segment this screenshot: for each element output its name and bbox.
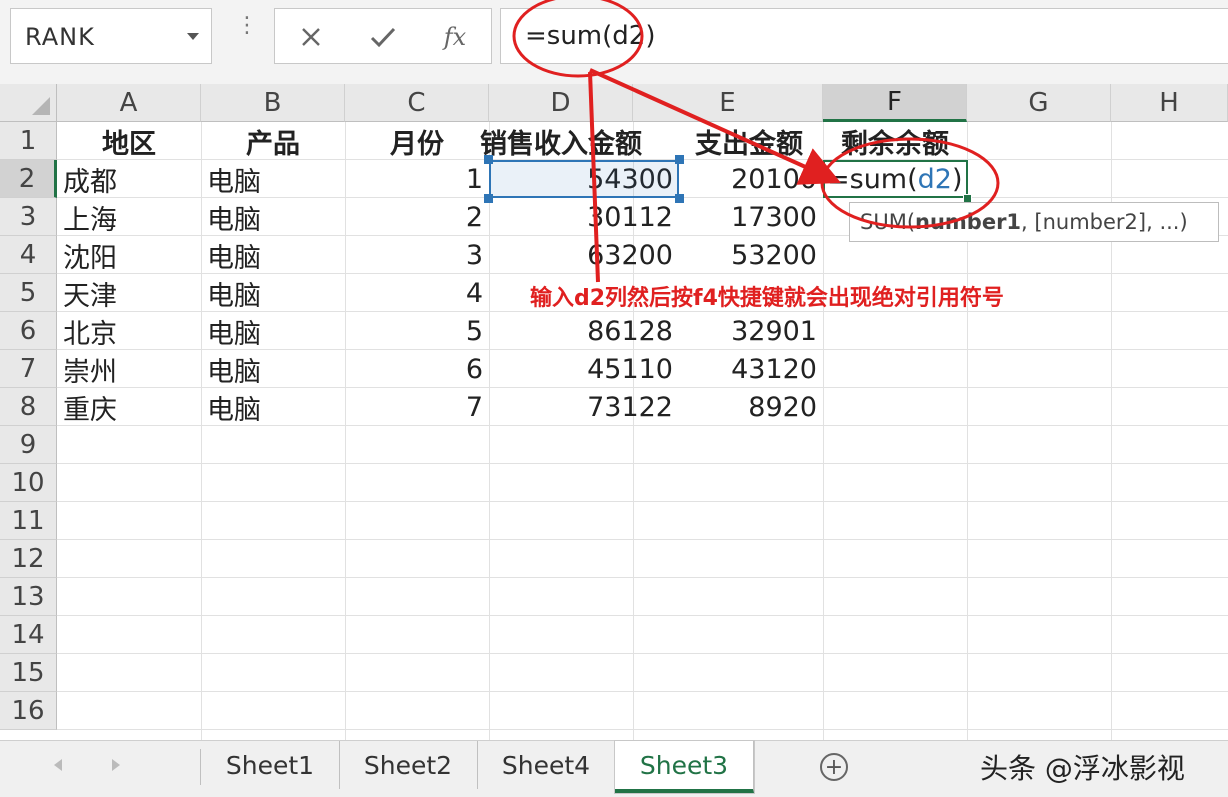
column-header-h[interactable]: H [1111, 84, 1228, 122]
insert-function-icon[interactable]: fx [433, 17, 477, 57]
select-all-button[interactable] [0, 84, 57, 122]
cell-product-6[interactable]: 电脑 [201, 312, 345, 350]
column-header-f[interactable]: F [823, 84, 967, 122]
cell-region-7[interactable]: 崇州 [57, 350, 201, 388]
row-header-5[interactable]: 5 [0, 274, 57, 312]
edit-suffix: ) [951, 163, 963, 195]
row-header-3[interactable]: 3 [0, 198, 57, 236]
resize-handle[interactable] [484, 155, 493, 164]
row-header-6[interactable]: 6 [0, 312, 57, 350]
column-header-d[interactable]: D [489, 84, 633, 122]
cell-expense-3[interactable]: 17300 [679, 198, 823, 236]
cell-sales-6[interactable]: 86128 [489, 312, 679, 350]
cell-month-4[interactable]: 3 [345, 236, 489, 274]
row-header-1[interactable]: 1 [0, 122, 57, 160]
scroll-right-icon[interactable] [112, 759, 120, 771]
tab-sheet3[interactable]: Sheet3 [615, 741, 754, 793]
resize-handle[interactable] [484, 194, 493, 203]
row-header-14[interactable]: 14 [0, 616, 57, 654]
cell-month-8[interactable]: 7 [345, 388, 489, 426]
row-header-11[interactable]: 11 [0, 502, 57, 540]
row-header-13[interactable]: 13 [0, 578, 57, 616]
resize-handle[interactable] [675, 155, 684, 164]
formula-input[interactable]: =sum(d2) [500, 8, 1228, 64]
tab-sheet2[interactable]: Sheet2 [339, 741, 478, 789]
cell-region-8[interactable]: 重庆 [57, 388, 201, 426]
resize-handle[interactable] [675, 194, 684, 203]
row-header-9[interactable]: 9 [0, 426, 57, 464]
cell-expense-2[interactable]: 20100 [679, 160, 823, 198]
column-header-b[interactable]: B [201, 84, 345, 122]
watermark: 头条 @浮冰影视 [980, 752, 1185, 785]
cell-region-4[interactable]: 沈阳 [57, 236, 201, 274]
cell-region-6[interactable]: 北京 [57, 312, 201, 350]
row-header-12[interactable]: 12 [0, 540, 57, 578]
cell-region-3[interactable]: 上海 [57, 198, 201, 236]
cell-expense-8[interactable]: 8920 [679, 388, 823, 426]
cell-month-3[interactable]: 2 [345, 198, 489, 236]
check-icon[interactable] [361, 17, 405, 57]
tab-sheet4[interactable]: Sheet4 [477, 741, 616, 789]
cell-month-7[interactable]: 6 [345, 350, 489, 388]
cell-product-4[interactable]: 电脑 [201, 236, 345, 274]
more-options-icon[interactable]: ⋮ [236, 15, 258, 37]
annotation-text: 输入d2列然后按f4快捷键就会出现绝对引用符号 [530, 286, 1004, 311]
row-header-8[interactable]: 8 [0, 388, 57, 426]
column-header-g[interactable]: G [967, 84, 1111, 122]
sheet-tab-bar: Sheet1 Sheet2 Sheet4 Sheet3 + 头条 @浮冰影视 [0, 740, 1228, 797]
cell-expense-7[interactable]: 43120 [679, 350, 823, 388]
cell-sales-4[interactable]: 63200 [489, 236, 679, 274]
row-header-4[interactable]: 4 [0, 236, 57, 274]
row-header-2[interactable]: 2 [0, 160, 57, 198]
cell-f1[interactable]: 剩余余额 [823, 122, 967, 160]
column-header-c[interactable]: C [345, 84, 489, 122]
tab-sheet1[interactable]: Sheet1 [201, 741, 340, 789]
tooltip-rest: , [number2], ...) [1021, 210, 1188, 234]
cell-month-5[interactable]: 4 [345, 274, 489, 312]
cell-product-8[interactable]: 电脑 [201, 388, 345, 426]
formula-toolbar: RANK ⋮ fx =sum(d2) [0, 0, 1228, 85]
reference-highlight-d2 [489, 160, 679, 198]
chevron-down-icon[interactable] [187, 33, 199, 40]
formula-buttons: fx [274, 8, 492, 64]
cell-sales-3[interactable]: 30112 [489, 198, 679, 236]
formula-content: =sum(d2) [525, 21, 656, 51]
cell-product-7[interactable]: 电脑 [201, 350, 345, 388]
row-header-10[interactable]: 10 [0, 464, 57, 502]
column-header-e[interactable]: E [633, 84, 823, 122]
edit-reference: d2 [917, 163, 952, 195]
row-header-15[interactable]: 15 [0, 654, 57, 692]
cell-d1[interactable]: 销售收入金额 [480, 122, 642, 160]
cell-sales-7[interactable]: 45110 [489, 350, 679, 388]
function-tooltip[interactable]: SUM(number1, [number2], ...) [849, 202, 1219, 242]
cell-region-5[interactable]: 天津 [57, 274, 201, 312]
active-cell-f2[interactable]: =sum(d2) [823, 160, 968, 198]
cell-product-3[interactable]: 电脑 [201, 198, 345, 236]
cell-a1[interactable]: 地区 [57, 122, 201, 160]
cell-sales-8[interactable]: 73122 [489, 388, 679, 426]
cell-month-2[interactable]: 1 [345, 160, 489, 198]
cell-c1[interactable]: 月份 [345, 122, 489, 160]
fx-label: fx [443, 23, 467, 51]
tooltip-func: SUM( [860, 210, 916, 234]
cell-product-5[interactable]: 电脑 [201, 274, 345, 312]
tooltip-arg1: number1 [915, 210, 1022, 234]
column-header-a[interactable]: A [57, 84, 201, 122]
row-header-7[interactable]: 7 [0, 350, 57, 388]
cell-month-6[interactable]: 5 [345, 312, 489, 350]
cell-e1[interactable]: 支出金额 [633, 122, 823, 160]
edit-prefix: =sum( [827, 163, 918, 195]
name-box-value: RANK [25, 23, 95, 51]
cell-expense-4[interactable]: 53200 [679, 236, 823, 274]
row-header-16[interactable]: 16 [0, 692, 57, 730]
cell-region-2[interactable]: 成都 [57, 160, 201, 198]
close-icon[interactable] [289, 17, 333, 57]
cell-product-2[interactable]: 电脑 [201, 160, 345, 198]
cell-b1[interactable]: 产品 [201, 122, 345, 160]
cell-expense-6[interactable]: 32901 [679, 312, 823, 350]
scroll-left-icon[interactable] [54, 759, 62, 771]
name-box[interactable]: RANK [10, 8, 212, 64]
add-sheet-icon[interactable]: + [820, 753, 848, 781]
